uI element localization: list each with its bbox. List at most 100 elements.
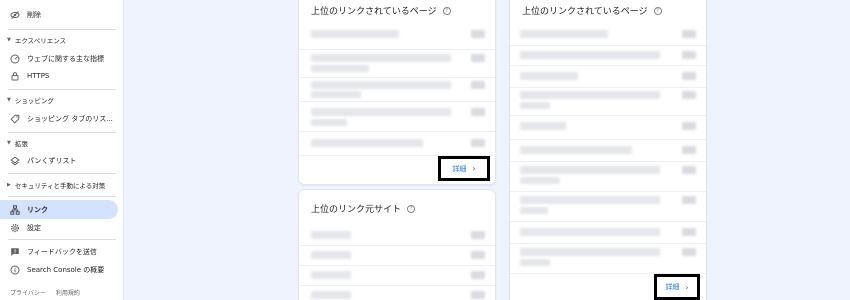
divider [8, 196, 116, 197]
table-row[interactable] [299, 78, 495, 102]
sidebar-item-removals[interactable]: 削除 [0, 5, 118, 24]
redacted-url [520, 30, 608, 38]
redacted-site [311, 251, 351, 259]
table-row[interactable] [299, 50, 495, 78]
redacted-url [520, 72, 578, 80]
redacted-count [682, 248, 696, 256]
section-experience[interactable]: ▼ エクスペリエンス [0, 32, 118, 48]
sidebar-item-label: 削除 [27, 10, 41, 19]
redacted-count [471, 139, 485, 147]
sidebar-footer: プライバシー 利用規約 [10, 288, 80, 297]
sidebar-item-shopping-tab-listings[interactable]: ショッピング タブのリス... [0, 109, 118, 128]
table-row[interactable] [299, 246, 495, 266]
table-row[interactable] [510, 140, 706, 162]
redacted-site [311, 231, 351, 239]
details-button-label: 詳細 [452, 164, 467, 173]
redacted-url [520, 102, 550, 109]
sidebar-item-label: リンク [27, 205, 48, 214]
table-row[interactable] [299, 102, 495, 132]
redacted-url [311, 30, 399, 38]
redacted-count [471, 271, 485, 279]
section-enhancements[interactable]: ▼ 拡張 [0, 135, 118, 151]
table-row[interactable] [510, 24, 706, 46]
redacted-count [682, 196, 696, 204]
sidebar-item-settings[interactable]: 設定 [0, 218, 118, 237]
redacted-url [520, 91, 660, 99]
details-button[interactable]: 詳細 › [654, 274, 700, 300]
redacted-count [471, 54, 485, 62]
caret-right-icon: ▶ [7, 182, 11, 188]
card-title: 上位のリンクされているページ ? [311, 4, 451, 17]
card-title-text: 上位のリンクされているページ [522, 7, 648, 17]
redacted-count [682, 146, 696, 154]
table-row[interactable] [510, 244, 706, 274]
top-linked-pages-card-left: 上位のリンクされているページ ? 詳細 › [299, 0, 495, 184]
redacted-url [311, 108, 451, 116]
caret-down-icon: ▼ [7, 140, 11, 146]
terms-link[interactable]: 利用規約 [56, 288, 80, 297]
lock-icon [10, 71, 20, 81]
sidebar-item-label: HTTPS [27, 71, 50, 80]
redacted-url [520, 259, 550, 266]
sidebar-item-https[interactable]: HTTPS [0, 66, 118, 85]
privacy-link[interactable]: プライバシー [10, 288, 46, 297]
redacted-count [682, 122, 696, 130]
chevron-right-icon: › [685, 282, 689, 292]
redacted-site [311, 271, 351, 279]
help-icon[interactable]: ? [442, 6, 451, 15]
section-title: ショッピング [14, 97, 54, 105]
sidebar-item-about[interactable]: Search Console の概要 [0, 260, 118, 279]
table-row[interactable] [299, 266, 495, 286]
table-row[interactable] [299, 226, 495, 246]
table-row[interactable] [510, 222, 706, 244]
card-title-text: 上位のリンクされているページ [311, 7, 437, 17]
table-row[interactable] [299, 24, 495, 50]
table-row[interactable] [510, 88, 706, 116]
sidebar-item-links[interactable]: リンク [0, 200, 118, 219]
section-title: エクスペリエンス [14, 37, 67, 45]
links-tree-icon [10, 204, 20, 215]
redacted-count [682, 51, 696, 59]
divider [8, 173, 116, 174]
gear-icon [10, 223, 20, 233]
table-row[interactable] [510, 116, 706, 140]
details-button[interactable]: 詳細 › [438, 156, 490, 181]
redacted-url [311, 81, 451, 89]
card-title-text: 上位のリンク元サイト [311, 205, 402, 215]
top-linking-sites-card: 上位のリンク元サイト ? [299, 190, 495, 300]
card-title: 上位のリンクされているページ ? [522, 4, 662, 17]
top-linked-pages-card-right: 上位のリンクされているページ ? 詳細 › [510, 0, 706, 300]
table-row[interactable] [510, 192, 706, 222]
sidebar-item-label: 設定 [27, 223, 41, 232]
section-shopping[interactable]: ▼ ショッピング [0, 92, 118, 108]
table-row[interactable] [299, 132, 495, 156]
redacted-count [682, 30, 696, 38]
chevron-right-icon: › [472, 164, 476, 173]
sidebar-item-label: フィードバックを送信 [27, 247, 97, 256]
section-title: 拡張 [14, 140, 28, 148]
sidebar-item-feedback[interactable]: フィードバックを送信 [0, 242, 118, 261]
info-icon [10, 265, 20, 275]
table-row[interactable] [510, 66, 706, 88]
help-icon[interactable]: ? [653, 6, 662, 15]
eye-off-icon [10, 10, 20, 20]
redacted-url [520, 146, 632, 154]
help-icon[interactable]: ? [407, 204, 416, 213]
table-row[interactable] [510, 162, 706, 192]
divider [8, 132, 116, 133]
sidebar: 削除 ▼ エクスペリエンス ウェブに関する主な指標 HTTPS ▼ ショッピング… [0, 0, 124, 300]
section-security-manual-actions[interactable]: ▶ セキュリティと手動による対策 [0, 177, 118, 193]
redacted-url [520, 207, 548, 214]
caret-down-icon: ▼ [7, 37, 11, 43]
sidebar-item-label: ショッピング タブのリス... [27, 114, 113, 123]
redacted-count [471, 81, 485, 89]
table-row[interactable] [299, 286, 495, 300]
redacted-count [471, 251, 485, 259]
redacted-count [682, 228, 696, 236]
redacted-url [311, 91, 361, 98]
sidebar-item-breadcrumbs[interactable]: パンくずリスト [0, 151, 118, 170]
table-row[interactable] [510, 46, 706, 66]
sidebar-item-label: ウェブに関する主な指標 [27, 54, 104, 63]
redacted-count [471, 231, 485, 239]
sidebar-item-label: パンくずリスト [27, 156, 77, 165]
